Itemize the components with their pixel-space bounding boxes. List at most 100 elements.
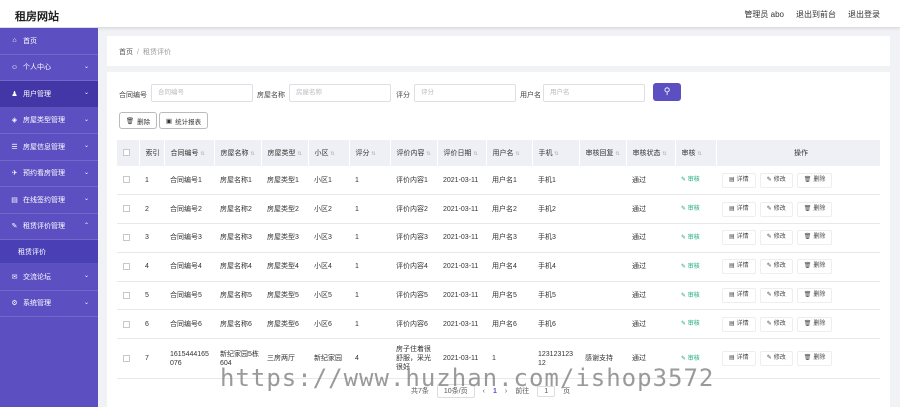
bulk-delete-button[interactable]: 🗑 删除 <box>119 112 157 129</box>
sort-icon[interactable]: ⇅ <box>331 151 335 157</box>
trash-icon: 🗑 <box>125 117 135 125</box>
logout-link[interactable]: 退出登录 <box>848 9 880 20</box>
sidebar-item[interactable]: ◈ 房屋类型管理 ⌄ <box>0 108 98 134</box>
column-header[interactable]: 审核回复 ⇅ <box>579 140 627 166</box>
sort-icon[interactable]: ⇅ <box>251 151 255 157</box>
column-header[interactable]: 审核 ⇅ <box>675 140 717 166</box>
contract-filter-label: 合同编号 <box>119 92 147 99</box>
delete-button[interactable]: 🗑 删除 <box>796 201 833 217</box>
select-all-checkbox[interactable] <box>123 149 130 157</box>
column-header[interactable]: 操作 <box>716 140 881 166</box>
detail-button[interactable]: ▤ 详情 <box>722 351 756 367</box>
column-header[interactable]: 手机 ⇅ <box>532 140 580 166</box>
sidebar-item-label: 预约看房管理 <box>23 170 65 178</box>
detail-button[interactable]: ▤ 详情 <box>722 259 756 275</box>
delete-button[interactable]: 🗑 删除 <box>796 172 833 188</box>
sidebar-item[interactable]: ☺ 个人中心 ⌄ <box>0 55 98 81</box>
column-header[interactable]: 评价内容 ⇅ <box>390 140 438 166</box>
edit-button[interactable]: ✎ 修改 <box>759 259 793 275</box>
table-cell <box>579 223 626 253</box>
sort-icon[interactable]: ⇅ <box>372 151 376 157</box>
sort-icon[interactable]: ⇅ <box>663 151 667 157</box>
detail-button[interactable]: ▤ 详情 <box>722 230 756 246</box>
row-checkbox[interactable] <box>123 205 130 213</box>
edit-button[interactable]: ✎ 修改 <box>759 288 793 304</box>
column-header-label: 索引 <box>145 150 160 157</box>
sidebar-item[interactable]: ✎ 租赁评价管理 ⌃ <box>0 214 98 240</box>
sidebar-item[interactable]: ✈ 预约看房管理 ⌄ <box>0 161 98 187</box>
stats-report-button[interactable]: ▣ 统计报表 <box>159 112 208 129</box>
breadcrumb-bar: 首页 / 租赁评价 <box>107 36 890 66</box>
column-header[interactable]: 索引 <box>139 140 165 166</box>
delete-button[interactable]: 🗑 删除 <box>796 288 833 304</box>
delete-button[interactable]: 🗑 删除 <box>796 259 833 275</box>
edit-button[interactable]: ✎ 修改 <box>759 172 793 188</box>
row-checkbox[interactable] <box>123 320 130 328</box>
sort-icon[interactable]: ⇅ <box>516 151 520 157</box>
edit-button[interactable]: ✎ 修改 <box>759 316 793 332</box>
score-filter-label: 评分 <box>396 92 410 99</box>
contract-filter-input[interactable]: 合同编号 <box>151 84 253 102</box>
sidebar-item[interactable]: ♟ 用户管理 ⌄ <box>0 81 98 108</box>
column-header[interactable]: 小区 ⇅ <box>308 140 350 166</box>
column-header[interactable]: 用户名 ⇅ <box>486 140 533 166</box>
operations-cell: ▤ 详情 ✎ 修改 🗑 删除 <box>716 309 880 340</box>
search-button[interactable]: ⚲ <box>653 83 681 101</box>
edit-button[interactable]: ✎ 修改 <box>759 351 793 367</box>
score-filter-input[interactable]: 评分 <box>414 84 516 102</box>
sort-icon[interactable]: ⇅ <box>201 151 205 157</box>
audit-link[interactable]: ✎ 审核 <box>681 321 700 327</box>
audit-cell: ✎ 审核 <box>675 309 716 340</box>
delete-button[interactable]: 🗑 删除 <box>796 230 833 246</box>
sidebar-subitem-review[interactable]: 租赁评价 <box>0 240 98 264</box>
audit-link[interactable]: ✎ 审核 <box>681 293 700 299</box>
edit-button[interactable]: ✎ 修改 <box>759 201 793 217</box>
row-checkbox[interactable] <box>123 354 130 362</box>
sort-icon[interactable]: ⇅ <box>698 151 702 157</box>
operations-cell: ▤ 详情 ✎ 修改 🗑 删除 <box>716 338 880 380</box>
column-header[interactable]: 房屋类型 ⇅ <box>261 140 309 166</box>
sort-icon[interactable]: ⇅ <box>474 151 478 157</box>
edit-button[interactable]: ✎ 修改 <box>759 230 793 246</box>
edit-label: 修改 <box>773 263 786 270</box>
sort-icon[interactable]: ⇅ <box>427 151 431 157</box>
audit-link[interactable]: ✎ 审核 <box>681 235 700 241</box>
delete-button[interactable]: 🗑 删除 <box>796 351 833 367</box>
sort-icon[interactable]: ⇅ <box>616 151 620 157</box>
detail-button[interactable]: ▤ 详情 <box>722 316 756 332</box>
column-header[interactable]: 审核状态 ⇅ <box>626 140 676 166</box>
row-checkbox[interactable] <box>123 262 130 270</box>
row-checkbox[interactable] <box>123 176 130 184</box>
row-checkbox[interactable] <box>123 291 130 299</box>
user-filter-input[interactable]: 用户名 <box>543 84 645 102</box>
delete-button[interactable]: 🗑 删除 <box>796 316 833 332</box>
detail-button[interactable]: ▤ 详情 <box>722 288 756 304</box>
detail-button[interactable]: ▤ 详情 <box>722 201 756 217</box>
column-header[interactable]: 房屋名称 ⇅ <box>214 140 262 166</box>
column-header-label: 小区 <box>314 150 329 157</box>
audit-link[interactable]: ✎ 审核 <box>681 356 700 362</box>
sidebar-item[interactable]: ⚙ 系统管理 ⌄ <box>0 291 98 317</box>
exit-to-front-link[interactable]: 退出到前台 <box>796 9 836 20</box>
column-header[interactable]: 合同编号 ⇅ <box>164 140 215 166</box>
row-checkbox[interactable] <box>123 234 130 242</box>
sidebar-item[interactable]: ▤ 在线签约管理 ⌄ <box>0 187 98 214</box>
sidebar-item[interactable]: ✉ 交流论坛 ⌄ <box>0 264 98 291</box>
sidebar-item[interactable]: ☰ 房屋信息管理 ⌄ <box>0 134 98 161</box>
column-header-label: 评价内容 <box>396 150 425 157</box>
house-filter-input[interactable]: 房屋名称 <box>289 84 391 102</box>
site-brand: 租房网站 <box>15 11 59 23</box>
breadcrumb-home[interactable]: 首页 <box>119 49 133 56</box>
table-cell: 房屋类型6 <box>261 309 308 340</box>
column-header[interactable]: 评分 ⇅ <box>349 140 391 166</box>
audit-link[interactable]: ✎ 审核 <box>681 264 700 270</box>
audit-link[interactable]: ✎ 审核 <box>681 177 700 183</box>
sort-icon[interactable]: ⇅ <box>555 151 559 157</box>
audit-link[interactable]: ✎ 审核 <box>681 206 700 212</box>
column-header[interactable]: 评价日期 ⇅ <box>437 140 487 166</box>
detail-button[interactable]: ▤ 详情 <box>722 172 756 188</box>
audit-label: 审核 <box>687 234 700 241</box>
sort-icon[interactable]: ⇅ <box>298 151 302 157</box>
document-icon: ▤ <box>729 234 735 241</box>
sidebar-item[interactable]: ⌂ 首页 <box>0 28 98 55</box>
